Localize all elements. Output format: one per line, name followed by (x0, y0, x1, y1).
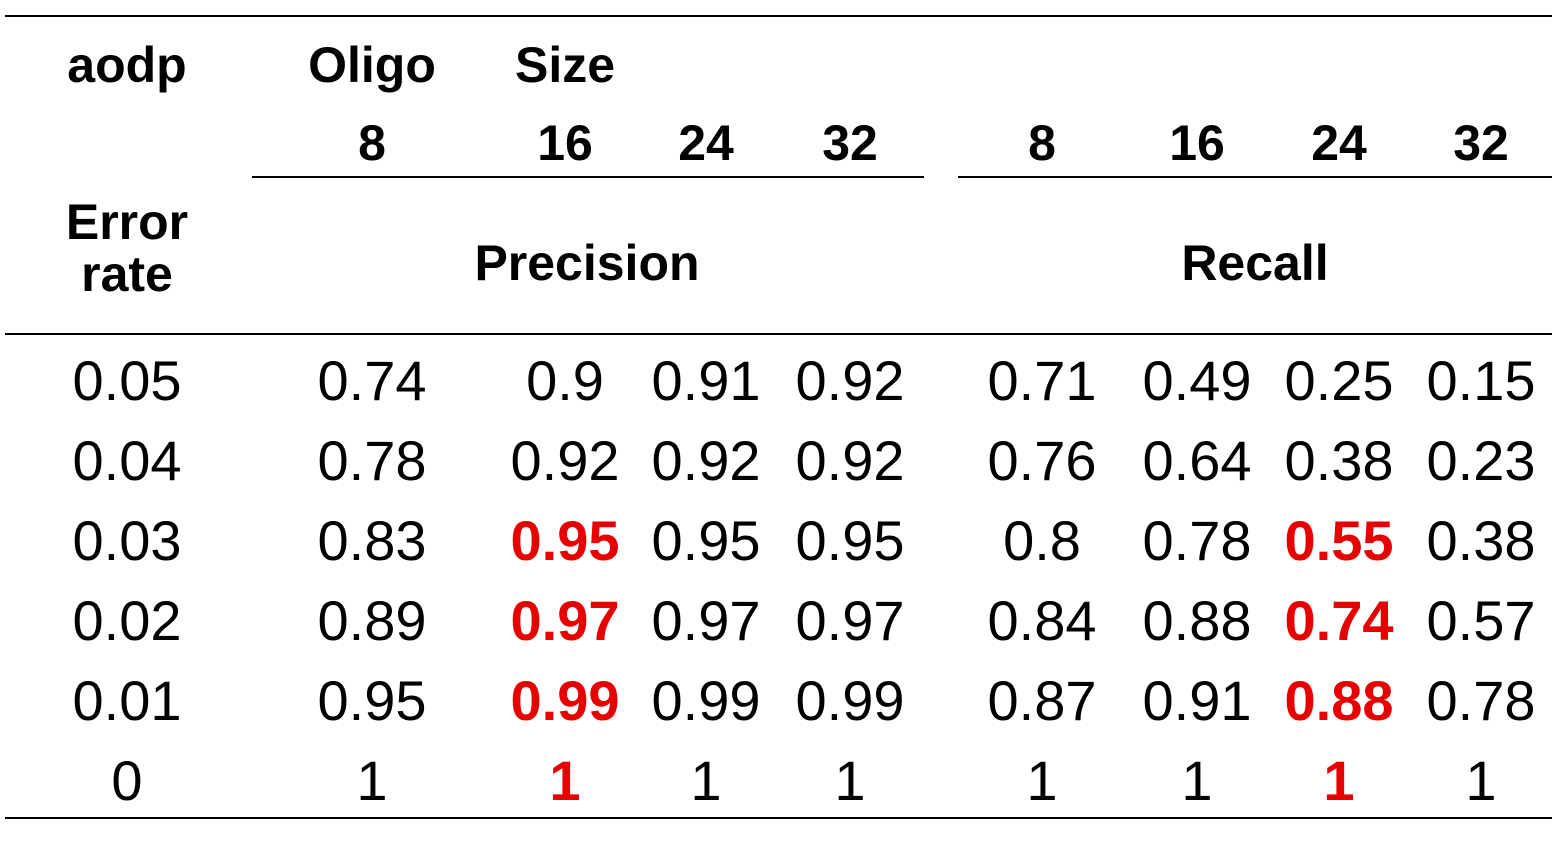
data-cell: 0.92 (795, 429, 905, 492)
data-cell: 0.95 (651, 509, 761, 572)
oligo-size-header: 24 (678, 115, 734, 171)
oligo-size-header: 16 (537, 115, 593, 171)
data-cell: 0.97 (651, 589, 761, 652)
data-cell: 0.83 (317, 509, 427, 572)
data-cell: 0.97 (795, 589, 905, 652)
data-cell: 0.84 (987, 589, 1097, 652)
oligo-label: Oligo (308, 37, 436, 93)
data-cell: 1 (690, 749, 722, 812)
data-cell: 0.92 (651, 429, 761, 492)
error-rate-label: Error rate (47, 196, 207, 300)
oligo-size-header: 8 (1028, 115, 1056, 171)
error-rate-label-line2: rate (81, 246, 173, 302)
error-rate-value: 0.03 (72, 509, 182, 572)
table-bottom-rule (5, 817, 1552, 819)
data-cell: 0.38 (1284, 429, 1394, 492)
data-cell: 0.8 (1003, 509, 1081, 572)
precision-label: Precision (474, 235, 700, 291)
corner-label: aodp (67, 37, 187, 93)
data-cell: 0.57 (1426, 589, 1536, 652)
data-cell: 1 (834, 749, 866, 812)
data-cell: 0.78 (317, 429, 427, 492)
data-cell: 0.92 (795, 349, 905, 412)
data-cell-highlighted: 0.88 (1284, 669, 1394, 732)
size-label: Size (514, 37, 616, 93)
data-cell: 0.91 (1142, 669, 1252, 732)
oligo-size-header: 8 (358, 115, 386, 171)
data-cell: 0.49 (1142, 349, 1252, 412)
error-rate-value: 0.02 (72, 589, 182, 652)
error-rate-value: 0.05 (72, 349, 182, 412)
data-cell-highlighted: 0.99 (510, 669, 620, 732)
data-cell: 1 (356, 749, 388, 812)
oligo-size-header: 32 (822, 115, 878, 171)
data-cell: 0.99 (795, 669, 905, 732)
error-rate-label-line1: Error (65, 194, 189, 250)
data-cell: 0.25 (1284, 349, 1394, 412)
data-cell-highlighted: 0.97 (510, 589, 620, 652)
data-cell-highlighted: 1 (1323, 749, 1355, 812)
header-bottom-rule (5, 333, 1552, 335)
data-cell: 0.76 (987, 429, 1097, 492)
data-cell: 0.95 (795, 509, 905, 572)
data-cell-highlighted: 0.95 (510, 509, 620, 572)
data-cell: 0.92 (510, 429, 620, 492)
data-cell: 0.74 (317, 349, 427, 412)
data-cell: 0.23 (1426, 429, 1536, 492)
data-cell: 0.88 (1142, 589, 1252, 652)
data-cell-highlighted: 1 (549, 749, 581, 812)
error-rate-value: 0.04 (72, 429, 182, 492)
data-cell: 0.91 (651, 349, 761, 412)
oligo-size-header: 24 (1311, 115, 1367, 171)
error-rate-value: 0.01 (72, 669, 182, 732)
data-cell: 0.78 (1426, 669, 1536, 732)
data-cell: 1 (1026, 749, 1058, 812)
oligo-size-header: 16 (1169, 115, 1225, 171)
recall-label: Recall (1181, 235, 1329, 291)
data-cell: 0.95 (317, 669, 427, 732)
table-top-rule (5, 15, 1552, 17)
data-cell: 0.99 (651, 669, 761, 732)
data-cell: 0.71 (987, 349, 1097, 412)
data-cell: 1 (1181, 749, 1213, 812)
data-cell: 0.78 (1142, 509, 1252, 572)
data-cell: 1 (1465, 749, 1497, 812)
data-cell-highlighted: 0.74 (1284, 589, 1394, 652)
data-cell: 0.15 (1426, 349, 1536, 412)
data-cell: 0.89 (317, 589, 427, 652)
error-rate-value: 0 (111, 749, 143, 812)
data-cell-highlighted: 0.55 (1284, 509, 1394, 572)
data-cell: 0.64 (1142, 429, 1252, 492)
data-cell: 0.9 (526, 349, 604, 412)
oligo-size-header: 32 (1453, 115, 1509, 171)
precision-group-rule (252, 176, 924, 178)
data-cell: 0.38 (1426, 509, 1536, 572)
data-cell: 0.87 (987, 669, 1097, 732)
recall-group-rule (958, 176, 1552, 178)
